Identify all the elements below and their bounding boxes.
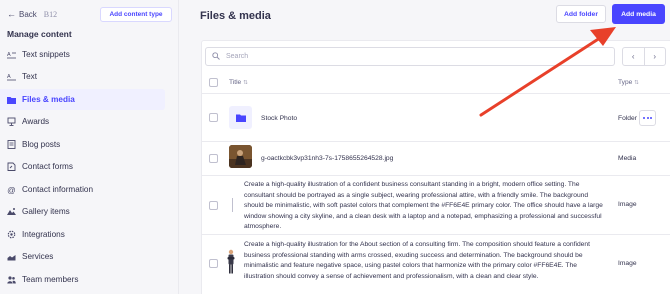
sidebar-item-label: Blog posts	[22, 140, 61, 149]
chevron-right-icon[interactable]: ›	[645, 48, 666, 65]
gallery-icon	[7, 207, 16, 216]
add-folder-button[interactable]: Add folder	[556, 5, 606, 23]
search-icon	[212, 51, 220, 62]
services-icon	[7, 252, 16, 261]
photo-thumbnail	[229, 145, 252, 168]
pagination: ‹ ›	[622, 47, 666, 66]
image-thumbnail	[232, 198, 233, 212]
row-name: Stock Photo	[261, 115, 298, 122]
folder-icon	[7, 95, 16, 104]
sidebar: ← Back B12 Add content type Manage conte…	[0, 0, 179, 294]
sidebar-item-files-media[interactable]: Files & media	[0, 89, 165, 110]
main-content: Files & media Add folder Add media Searc…	[179, 0, 670, 294]
form-icon	[7, 162, 16, 171]
sort-icon: ⇅	[243, 80, 248, 86]
table-row[interactable]: Stock Photo Folder	[202, 94, 670, 142]
row-type: Folder	[618, 115, 637, 122]
table-row[interactable]: Create a high-quality illustration of a …	[202, 176, 670, 235]
table-header: Title ⇅ Type ⇅	[202, 72, 670, 94]
row-checkbox[interactable]	[209, 113, 218, 122]
sidebar-item-text[interactable]: A Text	[0, 66, 165, 87]
search-placeholder: Search	[226, 53, 249, 60]
team-icon	[7, 275, 16, 284]
site-name: B12	[43, 9, 58, 19]
sidebar-item-integrations[interactable]: Integrations	[0, 224, 165, 245]
text-snippet-icon: A	[7, 50, 16, 59]
sidebar-item-label: Text snippets	[22, 50, 70, 59]
sidebar-item-label: Services	[22, 252, 54, 261]
row-checkbox[interactable]	[209, 201, 218, 210]
sidebar-item-label: Text	[22, 72, 38, 81]
column-type[interactable]: Type ⇅	[618, 79, 639, 86]
sidebar-item-text-snippets[interactable]: A Text snippets	[0, 44, 165, 65]
sidebar-header: ← Back B12 Add content type	[0, 0, 179, 28]
add-media-button[interactable]: Add media	[612, 4, 665, 24]
row-checkbox[interactable]	[209, 154, 218, 163]
chevron-left-icon[interactable]: ‹	[623, 48, 645, 65]
back-label: Back	[19, 9, 37, 19]
add-content-type-button[interactable]: Add content type	[100, 7, 172, 22]
row-name: Create a high-quality illustration of a …	[244, 181, 603, 230]
column-type-label: Type	[618, 79, 633, 86]
row-type: Image	[618, 260, 637, 267]
search-input[interactable]: Search	[205, 47, 615, 66]
arrow-left-icon: ←	[7, 9, 16, 19]
table-row[interactable]: Create a high-quality illustration for t…	[202, 235, 670, 294]
integrations-icon	[7, 230, 16, 239]
svg-text:A: A	[7, 52, 11, 58]
table-row[interactable]: g-oactkcbk3vp31nh3-7s-1758655264528.jpg …	[202, 142, 670, 176]
sidebar-section-title: Manage content	[7, 29, 72, 39]
sort-icon: ⇅	[634, 80, 639, 86]
sidebar-item-label: Awards	[22, 117, 50, 126]
image-thumbnail	[226, 249, 236, 275]
sidebar-item-services[interactable]: Services	[0, 246, 165, 267]
sidebar-item-gallery-items[interactable]: Gallery items	[0, 201, 165, 222]
text-icon: A	[7, 72, 16, 81]
page-title: Files & media	[200, 10, 271, 22]
sidebar-item-blog-posts[interactable]: Blog posts	[0, 134, 165, 155]
sidebar-item-team-members[interactable]: Team members	[0, 269, 165, 290]
sidebar-item-label: Team members	[22, 275, 79, 284]
column-title-label: Title	[229, 79, 242, 86]
sidebar-item-contact-information[interactable]: @ Contact information	[0, 179, 165, 200]
select-all-checkbox[interactable]	[209, 78, 218, 87]
sidebar-item-label: Contact information	[22, 185, 93, 194]
award-icon	[7, 117, 16, 126]
media-table-panel: Search ‹ › Title ⇅ Type ⇅ Stock Photo Fold…	[201, 40, 670, 294]
sidebar-item-awards[interactable]: Awards	[0, 111, 165, 132]
row-name: g-oactkcbk3vp31nh3-7s-1758655264528.jpg	[261, 155, 394, 162]
at-icon: @	[7, 184, 16, 195]
sidebar-item-contact-forms[interactable]: Contact forms	[0, 156, 165, 177]
row-type: Media	[618, 155, 637, 162]
row-type: Image	[618, 201, 637, 208]
sidebar-item-label: Contact forms	[22, 162, 73, 171]
column-title[interactable]: Title ⇅	[229, 79, 248, 86]
sidebar-item-label: Files & media	[22, 95, 75, 104]
folder-icon	[229, 106, 252, 129]
svg-text:A: A	[7, 74, 11, 80]
back-link[interactable]: ← Back B12	[7, 9, 57, 19]
sidebar-item-label: Integrations	[22, 230, 65, 239]
sidebar-item-label: Gallery items	[22, 207, 70, 216]
row-checkbox[interactable]	[209, 259, 218, 268]
more-actions-button[interactable]	[639, 110, 656, 126]
row-name: Create a high-quality illustration for t…	[244, 241, 590, 280]
blog-icon	[7, 140, 16, 149]
